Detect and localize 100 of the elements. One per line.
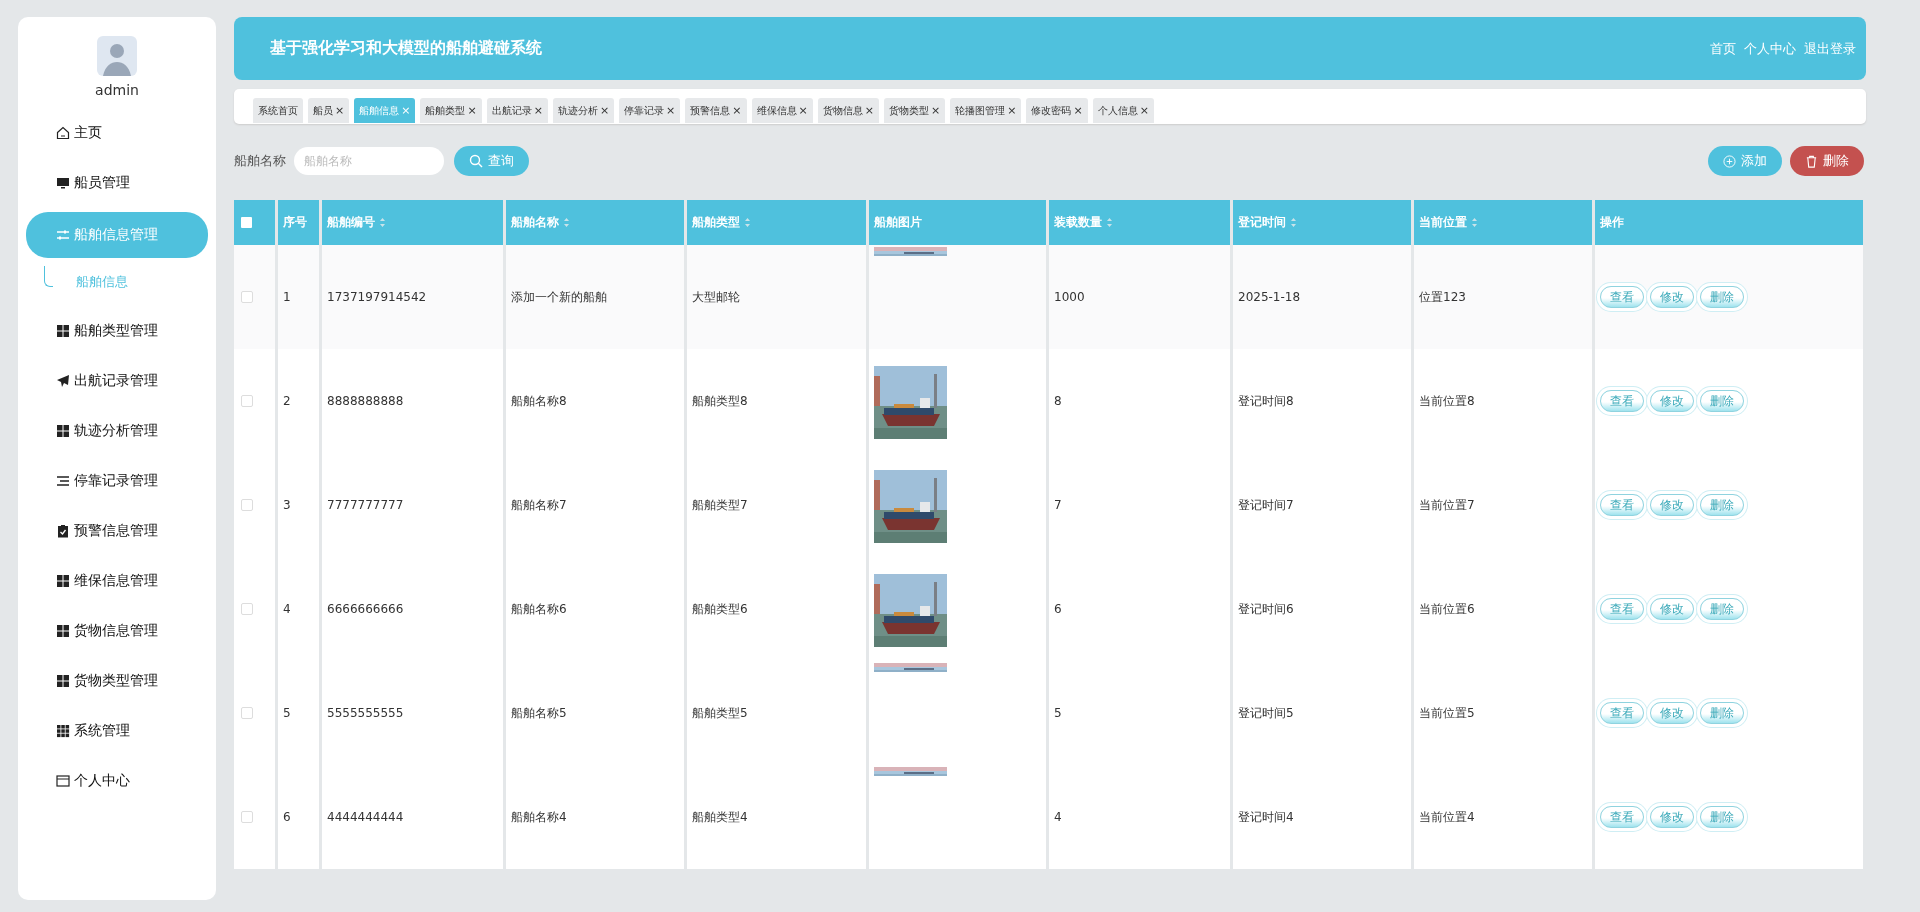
tab[interactable]: 货物类型 × — [883, 98, 946, 123]
home-icon — [56, 126, 70, 140]
table-cell: 7777777777 — [322, 453, 506, 557]
avatar-icon — [97, 36, 137, 76]
tab[interactable]: 货物信息 × — [817, 98, 879, 123]
close-icon[interactable]: × — [467, 104, 477, 117]
sort-icon[interactable] — [1106, 217, 1113, 228]
table-cell: 当前位置6 — [1414, 557, 1595, 661]
table-cell: 登记时间4 — [1233, 765, 1414, 869]
sidebar-item[interactable]: 维保信息管理 — [26, 560, 208, 602]
sidebar-item[interactable]: 船舶类型管理 — [26, 310, 208, 352]
close-icon[interactable]: × — [1139, 104, 1149, 117]
tab[interactable]: 船员 × — [308, 98, 350, 123]
close-icon[interactable]: × — [798, 104, 808, 117]
grid-icon — [56, 674, 70, 688]
list-icon — [56, 474, 70, 488]
table-cell: 船舶类型7 — [687, 453, 869, 557]
tab[interactable]: 维保信息 × — [751, 98, 813, 123]
sidebar-item[interactable]: 停靠记录管理 — [26, 460, 208, 502]
delete-button[interactable]: 删除 — [1790, 146, 1864, 176]
table-cell: 3 — [278, 453, 322, 557]
tab[interactable]: 系统首页 — [253, 98, 303, 123]
card-icon — [56, 774, 70, 788]
sidebar-item[interactable]: 系统管理 — [26, 710, 208, 752]
close-icon[interactable]: × — [1007, 104, 1017, 117]
row-checkbox[interactable] — [241, 707, 253, 719]
table-cell: 船舶类型8 — [687, 349, 869, 453]
plus-circle-icon — [1723, 154, 1736, 168]
row-checkbox[interactable] — [241, 603, 253, 615]
table-cell: 1 — [278, 245, 322, 349]
tab[interactable]: 修改密码 × — [1026, 98, 1088, 123]
table-cell: 6 — [1049, 557, 1233, 661]
close-icon[interactable]: × — [533, 104, 543, 117]
table-cell: 船舶名称8 — [506, 349, 687, 453]
table-cell: 6666666666 — [322, 557, 506, 661]
tab[interactable]: 轮播图管理 × — [950, 98, 1022, 123]
table-cell: 登记时间5 — [1233, 661, 1414, 765]
clipboard-icon — [56, 524, 70, 538]
table-cell: 5 — [1049, 661, 1233, 765]
close-icon[interactable]: × — [666, 104, 676, 117]
tab[interactable]: 轨迹分析 × — [552, 98, 615, 123]
trash-icon — [1805, 154, 1818, 168]
table-cell: 5555555555 — [322, 661, 506, 765]
tab[interactable]: 船舶类型 × — [420, 98, 482, 123]
sort-icon[interactable] — [379, 217, 386, 228]
sort-icon[interactable] — [1290, 217, 1297, 228]
sidebar-item[interactable]: 轨迹分析管理 — [26, 410, 208, 452]
table-cell: 登记时间7 — [1233, 453, 1414, 557]
sort-icon[interactable] — [563, 217, 570, 228]
row-checkbox[interactable] — [241, 395, 253, 407]
grid-icon — [56, 424, 70, 438]
paper-plane-icon — [56, 374, 70, 388]
table-cell: 当前位置8 — [1414, 349, 1595, 453]
table-cell: 当前位置7 — [1414, 453, 1595, 557]
table-cell: 添加一个新的船舶 — [506, 245, 687, 349]
tab[interactable]: 个人信息 × — [1092, 98, 1154, 123]
close-icon[interactable]: × — [930, 104, 941, 117]
table-cell: 船舶类型4 — [687, 765, 869, 869]
sidebar-item[interactable]: 主页 — [26, 112, 208, 154]
sidebar-item[interactable]: 预警信息管理 — [26, 510, 208, 552]
sort-icon[interactable] — [744, 217, 751, 228]
sort-icon[interactable] — [1471, 217, 1478, 228]
tab[interactable]: 出航记录 × — [486, 98, 548, 123]
table-cell: 2025-1-18 — [1233, 245, 1414, 349]
sidebar-item[interactable]: 个人中心 — [26, 760, 208, 802]
tab[interactable]: 预警信息 × — [685, 98, 747, 123]
table-cell: 1737197914542 — [322, 245, 506, 349]
system-title: 基于强化学习和大模型的船舶避碰系统 — [270, 38, 542, 59]
table-cell: 1000 — [1049, 245, 1233, 349]
sidebar-item[interactable]: 货物类型管理 — [26, 660, 208, 702]
search-label: 船舶名称 — [234, 152, 286, 170]
close-icon[interactable]: × — [1073, 104, 1083, 117]
close-icon[interactable]: × — [599, 104, 610, 117]
table-cell: 4444444444 — [322, 765, 506, 869]
table-cell: 登记时间6 — [1233, 557, 1414, 661]
close-icon[interactable]: × — [864, 104, 874, 117]
sidebar-item[interactable]: 船员管理 — [26, 162, 208, 204]
table-cell: 当前位置5 — [1414, 661, 1595, 765]
close-icon[interactable]: × — [335, 104, 345, 117]
column-header: 操作 — [1595, 200, 1866, 245]
grid-icon — [56, 624, 70, 638]
table-cell: 8888888888 — [322, 349, 506, 453]
table-cell: 船舶类型6 — [687, 557, 869, 661]
table-cell: 5 — [278, 661, 322, 765]
table-cell: 登记时间8 — [1233, 349, 1414, 453]
row-checkbox[interactable] — [241, 499, 253, 511]
sidebar-item[interactable]: 出航记录管理 — [26, 360, 208, 402]
column-header: 序号 — [278, 200, 322, 245]
table-cell: 4 — [1049, 765, 1233, 869]
row-checkbox[interactable] — [241, 811, 253, 823]
table-cell: 船舶名称5 — [506, 661, 687, 765]
table-cell: 船舶名称6 — [506, 557, 687, 661]
search-field[interactable]: 船舶名称 — [294, 147, 444, 175]
select-all-checkbox[interactable] — [241, 217, 252, 228]
table-cell: 2 — [278, 349, 322, 453]
close-icon[interactable]: × — [732, 104, 742, 117]
row-checkbox[interactable] — [241, 291, 253, 303]
tab[interactable]: 停靠记录 × — [619, 98, 681, 123]
table-cell: 当前位置4 — [1414, 765, 1595, 869]
sidebar-item[interactable]: 货物信息管理 — [26, 610, 208, 652]
